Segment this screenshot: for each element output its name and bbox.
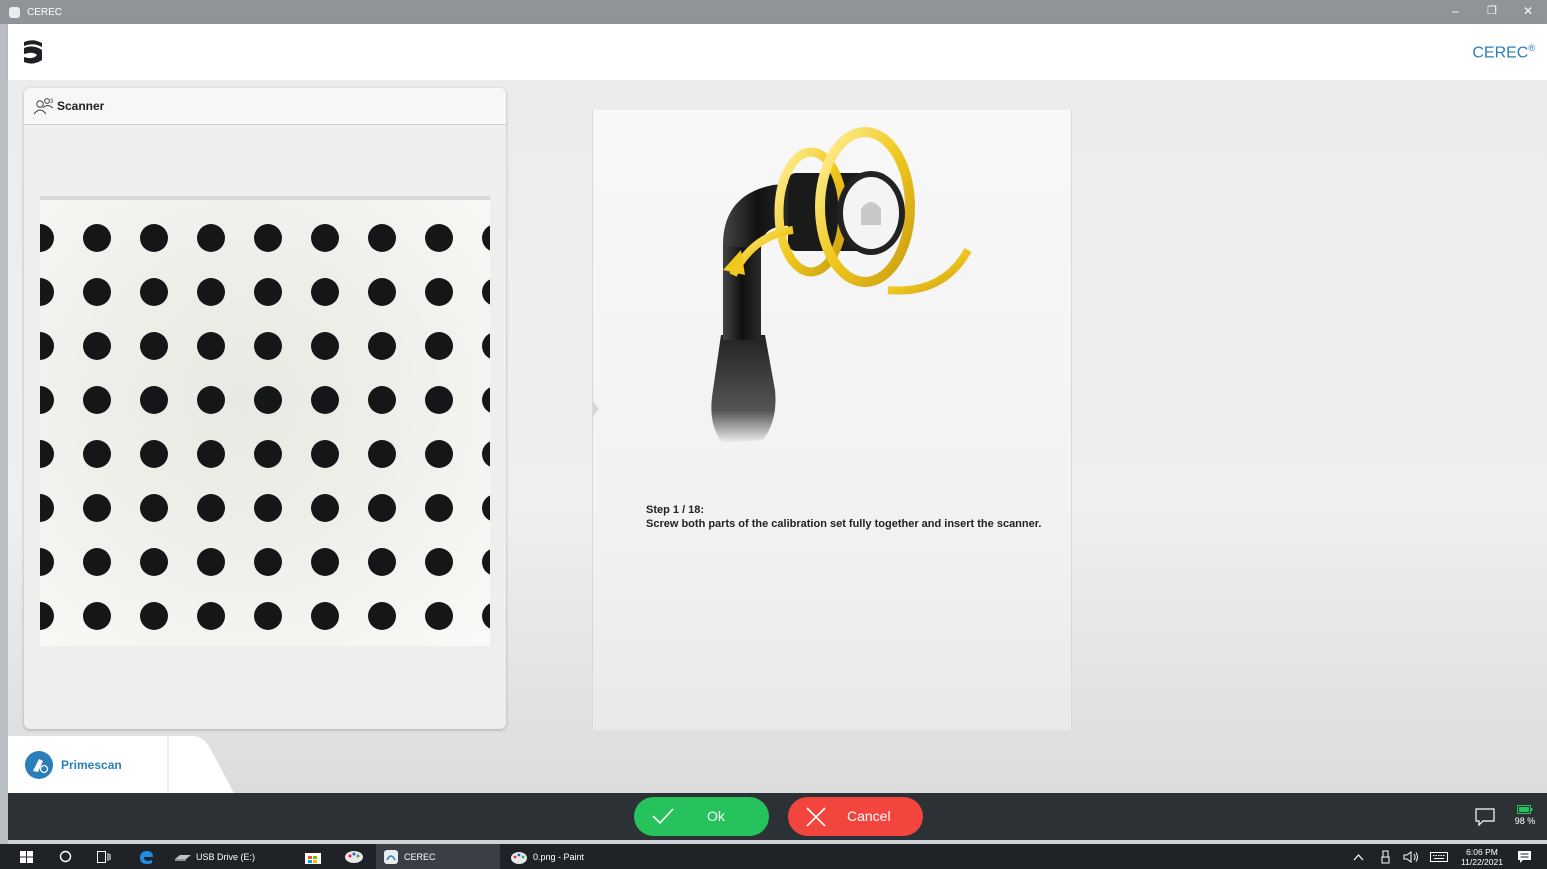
usb-tray-icon[interactable] — [1381, 850, 1390, 864]
taskbar-usb-drive[interactable]: USB Drive (E:) — [196, 852, 255, 862]
battery-icon — [1517, 805, 1533, 814]
cerec-taskbar-icon — [384, 850, 398, 864]
chevron-up-icon[interactable] — [1353, 853, 1364, 861]
battery-percent: 98 % — [1514, 816, 1536, 826]
brand-text: CEREC — [1472, 44, 1529, 62]
device-tab-primescan[interactable]: Primescan — [8, 736, 234, 793]
step-description: Screw both parts of the calibration set … — [646, 517, 1042, 530]
action-bar: Ok Cancel 98 % — [8, 793, 1547, 840]
store-bag-icon[interactable] — [304, 849, 322, 864]
main-content: 3 Scanner Step 1 / 18: Screw both parts … — [8, 80, 1547, 793]
step-instructions: Step 1 / 18: Screw both parts of the cal… — [646, 504, 1046, 531]
minimize-button[interactable]: – — [1452, 4, 1459, 18]
window-title: CEREC — [27, 7, 63, 18]
dentsply-logo-icon — [24, 40, 42, 64]
brand-registered-mark: ® — [1528, 43, 1535, 53]
window-titlebar: CEREC – ❐ ✕ — [0, 0, 1547, 24]
scanner-panel: 3 Scanner — [24, 88, 506, 729]
svg-text:3: 3 — [50, 99, 54, 105]
scanner-people-icon: 3 — [33, 98, 54, 115]
cancel-button[interactable]: Cancel — [788, 797, 923, 836]
keyboard-icon[interactable] — [1430, 852, 1448, 862]
ok-button-label: Ok — [707, 808, 725, 824]
panel-pointer — [592, 400, 599, 418]
taskbar-paint-label: 0.png - Paint — [533, 852, 585, 862]
paint-palette-icon[interactable] — [344, 850, 364, 864]
clock-date: 11/22/2021 — [1461, 857, 1503, 867]
instructions-panel: Step 1 / 18: Screw both parts of the cal… — [592, 110, 1072, 730]
cerec-app-icon — [9, 7, 20, 18]
chat-bubble-icon[interactable] — [1474, 807, 1496, 827]
search-circle-icon[interactable] — [59, 850, 72, 863]
restore-button[interactable]: ❐ — [1487, 4, 1497, 17]
close-button[interactable]: ✕ — [1523, 4, 1533, 18]
notifications-icon[interactable] — [1517, 850, 1532, 864]
windows-start-icon[interactable] — [20, 851, 33, 863]
taskbar-cerec-app[interactable]: CEREC — [376, 844, 500, 869]
ok-button[interactable]: Ok — [634, 797, 769, 836]
paint-taskbar-icon — [511, 852, 527, 864]
scanner-panel-title: Scanner — [57, 99, 105, 113]
step-counter: Step 1 / 18: — [646, 504, 705, 516]
task-view-icon[interactable] — [97, 851, 111, 863]
calibration-screw-illustration — [711, 127, 972, 443]
taskbar-paint-app[interactable]: 0.png - Paint — [504, 844, 624, 869]
edge-browser-icon[interactable] — [138, 849, 154, 865]
taskbar-cerec-label: CEREC — [404, 852, 436, 862]
device-tab-label: Primescan — [61, 758, 122, 772]
cerec-brand: CEREC® — [1472, 43, 1535, 62]
usb-drive-icon — [175, 855, 191, 861]
system-clock[interactable]: 6:06 PM 11/22/2021 — [1456, 847, 1508, 867]
scanner-panel-header: 3 Scanner — [24, 88, 506, 125]
scanner-live-image — [40, 196, 490, 646]
app-header: CEREC® — [8, 24, 1547, 80]
cancel-button-label: Cancel — [847, 808, 891, 824]
battery-indicator: 98 % — [1508, 805, 1542, 826]
primescan-device-icon — [25, 751, 53, 779]
checkmark-icon — [652, 808, 674, 825]
window-left-border — [0, 24, 8, 844]
calibration-dot-grid — [40, 196, 490, 646]
clock-time: 6:06 PM — [1466, 847, 1498, 857]
speaker-icon[interactable] — [1403, 851, 1419, 863]
x-icon — [806, 807, 826, 827]
windows-taskbar: USB Drive (E:) CEREC 0.png - Paint 6:06 … — [0, 844, 1547, 869]
